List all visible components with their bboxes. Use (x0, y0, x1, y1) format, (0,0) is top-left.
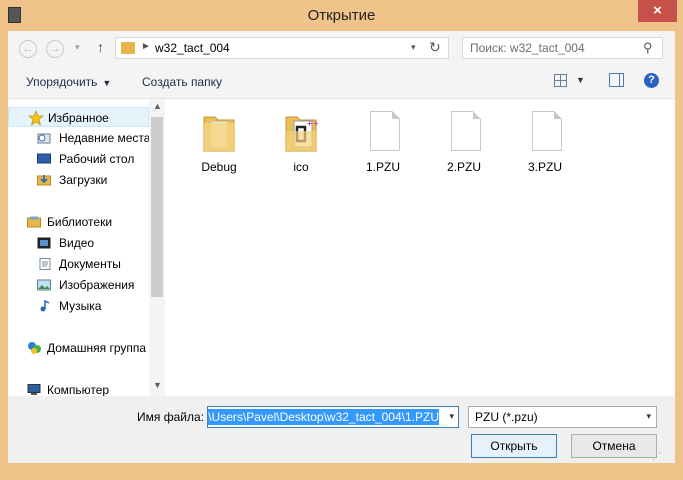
search-input[interactable]: Поиск: w32_tact_004 ⚲ (462, 37, 663, 59)
sidebar-item-label: Недавние места (59, 131, 149, 145)
sidebar-item-pictures[interactable]: Изображения (8, 275, 149, 295)
preview-pane-icon[interactable] (609, 73, 624, 87)
sidebar-item-libraries[interactable]: Библиотеки (8, 212, 149, 232)
organize-label: Упорядочить (26, 75, 98, 89)
sidebar-item-label: Рабочий стол (59, 152, 135, 166)
change-view-icon[interactable] (554, 74, 567, 87)
documents-icon (39, 258, 51, 270)
sidebar-item-documents[interactable]: Документы (8, 254, 149, 274)
file-name: 1.PZU (365, 160, 400, 174)
window-title: Открытие (307, 7, 376, 24)
sidebar-item-desktop[interactable]: Рабочий стол (8, 149, 149, 169)
pictures-icon (37, 279, 51, 291)
sidebar-item-recent-places[interactable]: Недавние места (8, 128, 149, 148)
sidebar-item-video[interactable]: Видео (8, 233, 149, 253)
file-name: 3.PZU (527, 160, 562, 174)
close-button[interactable]: × (638, 0, 677, 22)
new-folder-button[interactable]: Создать папку (142, 75, 222, 89)
help-icon[interactable]: ? (644, 73, 659, 88)
libraries-icon (27, 216, 41, 228)
desktop-icon (37, 153, 51, 164)
file-item-1-pzu[interactable]: 1.PZU (348, 103, 418, 183)
file-icon (451, 111, 481, 151)
sidebar-item-favorites[interactable]: Избранное (8, 107, 149, 127)
refresh-button[interactable]: ↻ (429, 39, 441, 56)
music-icon (40, 300, 50, 312)
filename-label: Имя файла: (137, 410, 204, 424)
file-item-2-pzu[interactable]: 2.PZU (429, 103, 499, 183)
file-item-3-pzu[interactable]: 3.PZU (510, 103, 580, 183)
dialog-footer: Имя файла: :\Users\Pavel\Desktop\w32_tac… (8, 396, 675, 463)
star-icon (28, 110, 44, 126)
view-options-button[interactable]: ▼ (576, 75, 585, 85)
file-icon (532, 111, 562, 151)
computer-icon (27, 384, 41, 395)
navigation-pane: Избранное Недавние места Рабочий стол За… (8, 99, 165, 396)
sidebar-item-homegroup[interactable]: Домашняя группа (8, 338, 149, 358)
homegroup-icon (28, 342, 41, 354)
sidebar-item-downloads[interactable]: Загрузки (8, 170, 149, 190)
scroll-up-button[interactable]: ▲ (153, 101, 162, 111)
address-path[interactable]: w32_tact_004 (155, 41, 230, 55)
sidebar-item-label: Загрузки (59, 173, 108, 187)
recent-places-icon (37, 133, 51, 144)
file-list: Debug ++ ico 1.PZU 2.PZU 3.PZU (165, 99, 675, 396)
open-button[interactable]: Открыть (471, 434, 557, 458)
sidebar-item-label: Домашняя группа (47, 341, 147, 355)
file-name: ico (293, 160, 309, 174)
file-name: Debug (201, 160, 237, 174)
search-placeholder: Поиск: w32_tact_004 (470, 41, 585, 55)
recent-locations-button[interactable]: ▾ (75, 42, 80, 53)
filename-input[interactable]: :\Users\Pavel\Desktop\w32_tact_004\1.PZU… (207, 406, 459, 428)
cancel-button[interactable]: Отмена (571, 434, 657, 458)
sidebar-scrollbar[interactable]: ▲ ▼ (149, 99, 165, 396)
downloads-icon (37, 175, 51, 186)
svg-text:++: ++ (306, 119, 318, 128)
video-icon (37, 237, 51, 249)
forward-button[interactable]: → (46, 40, 64, 58)
address-dropdown-button[interactable]: ▾ (411, 42, 416, 53)
file-icon (370, 111, 400, 151)
filename-value[interactable]: :\Users\Pavel\Desktop\w32_tact_004\1.PZU (208, 409, 439, 425)
address-bar[interactable]: ► w32_tact_004 ▾ ↻ (115, 37, 449, 59)
chevron-down-icon[interactable]: ▾ (646, 411, 651, 422)
search-icon[interactable]: ⚲ (643, 40, 653, 56)
sidebar-item-label: Библиотеки (47, 215, 113, 229)
back-button[interactable]: ← (19, 40, 37, 58)
sidebar-item-label: Документы (59, 257, 121, 271)
chevron-down-icon: ▼ (102, 78, 112, 88)
folder-icon (121, 42, 135, 54)
scroll-thumb[interactable] (151, 117, 163, 297)
file-item-ico[interactable]: ++ ico (266, 103, 336, 183)
command-toolbar: Упорядочить ▼ Создать папку ▼ ? (8, 66, 675, 99)
file-name: 2.PZU (446, 160, 481, 174)
sidebar-item-label: Видео (59, 236, 95, 250)
folder-icon: ++ (285, 116, 318, 152)
chevron-right-icon[interactable]: ► (141, 41, 151, 52)
sidebar-item-computer[interactable]: Компьютер (8, 380, 149, 396)
file-item-debug[interactable]: Debug (184, 103, 254, 183)
filename-dropdown-button[interactable]: ▾ (449, 411, 454, 422)
folder-icon (203, 116, 235, 152)
resize-grip-icon[interactable]: ⋰ (652, 451, 666, 462)
navigation-bar: ← → ▾ ↑ ► w32_tact_004 ▾ ↻ Поиск: w32_ta… (8, 31, 675, 66)
sidebar-item-label: Музыка (59, 299, 102, 313)
sidebar-item-label: Компьютер (47, 383, 110, 396)
filetype-value: PZU (*.pzu) (475, 410, 538, 424)
sidebar-item-label: Изображения (59, 278, 135, 292)
sidebar-item-label: Избранное (48, 111, 109, 125)
title-bar: Открытие × (0, 0, 683, 31)
organize-button[interactable]: Упорядочить ▼ (26, 75, 111, 89)
up-one-level-button[interactable]: ↑ (97, 39, 104, 55)
filetype-select[interactable]: PZU (*.pzu) ▾ (468, 406, 657, 428)
open-dialog-window: Открытие × ← → ▾ ↑ ► w32_tact_004 ▾ ↻ По… (0, 0, 683, 480)
dialog-client: ← → ▾ ↑ ► w32_tact_004 ▾ ↻ Поиск: w32_ta… (8, 31, 675, 463)
scroll-down-button[interactable]: ▼ (153, 380, 162, 390)
sidebar-item-music[interactable]: Музыка (8, 296, 149, 316)
